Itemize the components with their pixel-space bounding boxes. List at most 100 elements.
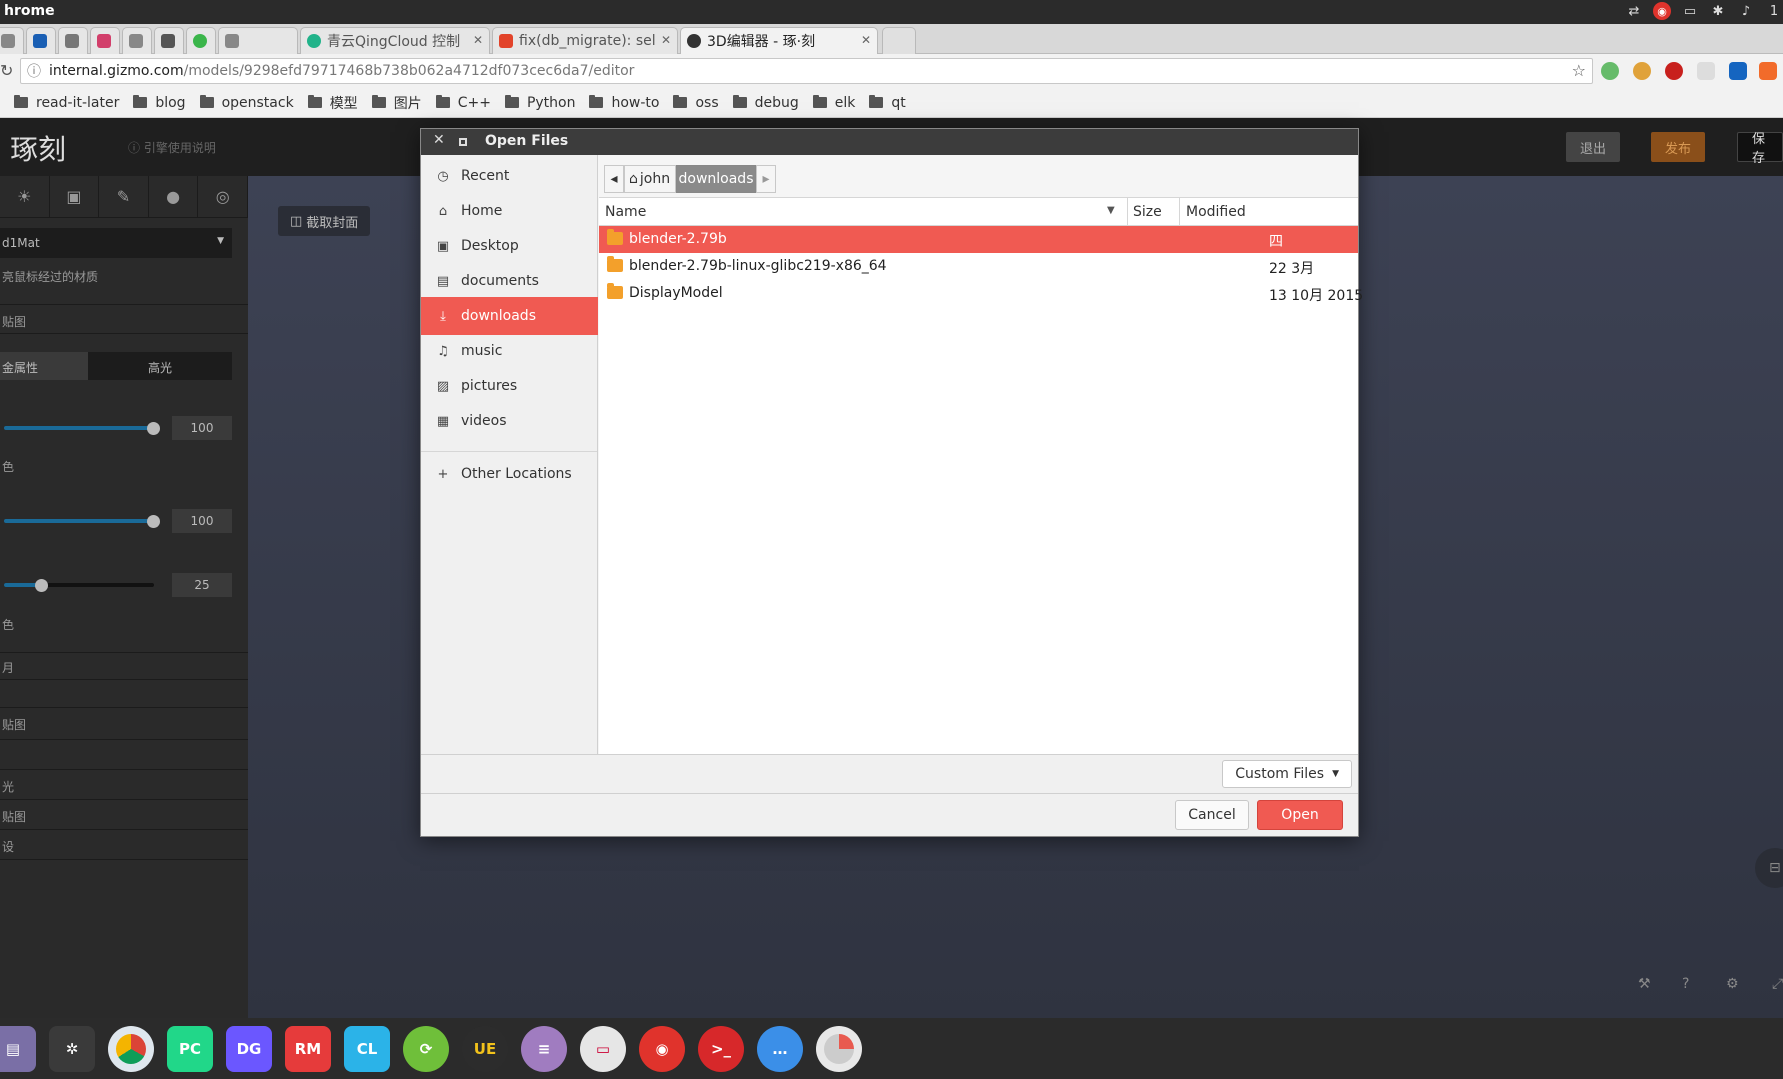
side-toggle-button[interactable]: ⊟ — [1755, 848, 1783, 888]
slider-handle[interactable] — [147, 422, 160, 435]
column-name[interactable]: Name — [605, 204, 646, 220]
file-row[interactable]: blender-2.79b 四 — [599, 226, 1358, 253]
volume-icon[interactable]: ♪ — [1737, 2, 1755, 20]
path-back-arrow-icon[interactable]: ◂ — [604, 165, 624, 193]
section-row[interactable] — [0, 680, 248, 708]
section-row[interactable]: 贴图 — [0, 708, 248, 740]
ultraedit-app-icon[interactable]: UE — [462, 1025, 508, 1072]
capture-cover-button[interactable]: ◫ 截取封面 — [278, 206, 371, 236]
netease-music-icon[interactable]: ◉ — [1653, 2, 1671, 20]
terminal-app-icon[interactable]: >_ — [698, 1025, 744, 1072]
file-row[interactable]: DisplayModel 13 10月 2015 — [599, 280, 1363, 307]
news-extension-icon[interactable] — [1729, 62, 1747, 80]
text-editor-app-icon[interactable]: ≡ — [521, 1025, 567, 1072]
browser-tab[interactable] — [90, 27, 120, 54]
bookmark-item[interactable]: C++ — [435, 95, 491, 111]
network-icon[interactable]: ⇄ — [1625, 2, 1643, 20]
light-icon[interactable]: ☀ — [0, 176, 50, 217]
bluetooth-icon[interactable]: ✱ — [1709, 2, 1727, 20]
place-downloads[interactable]: ⤓ downloads — [421, 297, 598, 335]
cancel-button[interactable]: Cancel — [1175, 800, 1249, 830]
path-segment-home[interactable]: ⌂ john — [624, 165, 676, 193]
path-forward-arrow-icon[interactable]: ▸ — [756, 165, 776, 193]
section-row[interactable]: 光 — [0, 770, 248, 800]
tab-close-icon[interactable]: ✕ — [661, 33, 671, 47]
magic-wand-icon[interactable]: ✎ — [99, 176, 149, 217]
pycharm-app-icon[interactable]: PC — [167, 1025, 213, 1072]
pie-app-icon[interactable] — [816, 1025, 862, 1072]
bookmark-item[interactable]: Python — [504, 95, 575, 111]
browser-tab-qingcloud[interactable]: 青云QingCloud 控制 ✕ — [300, 27, 490, 54]
settings-app-icon[interactable]: ✲ — [49, 1025, 95, 1072]
bookmark-item[interactable]: blog — [133, 95, 186, 111]
browser-tab[interactable] — [218, 27, 298, 54]
browser-tab[interactable] — [122, 27, 152, 54]
slider-handle[interactable] — [147, 515, 160, 528]
column-modified[interactable]: Modified — [1186, 204, 1246, 220]
new-tab-button[interactable] — [882, 27, 916, 54]
extension-icon[interactable] — [1697, 62, 1715, 80]
sort-down-icon[interactable]: ▼ — [1107, 205, 1115, 216]
slider-value[interactable]: 100 — [172, 416, 232, 440]
cookie-extension-icon[interactable] — [1633, 62, 1651, 80]
window-icon[interactable]: ▭ — [1681, 2, 1699, 20]
bookmark-item[interactable]: read-it-later — [14, 95, 119, 111]
location-pin-icon[interactable]: ● — [149, 176, 199, 217]
file-row[interactable]: blender-2.79b-linux-glibc219-x86_64 22 3… — [599, 253, 1358, 280]
bookmark-item[interactable]: oss — [673, 95, 719, 111]
browser-tab-editor[interactable]: 3D编辑器 - 琢·刻 ✕ — [680, 27, 878, 54]
section-row[interactable]: 月 — [0, 652, 248, 680]
place-other-locations[interactable]: + Other Locations — [421, 455, 598, 493]
rss-extension-icon[interactable] — [1759, 62, 1777, 80]
slider-handle[interactable] — [35, 579, 48, 592]
adblock-icon[interactable] — [1665, 62, 1683, 80]
tab-metal[interactable]: 金属性 — [0, 352, 88, 380]
tool-icon[interactable]: ⚒ — [1638, 976, 1651, 992]
datagrip-app-icon[interactable]: DG — [226, 1025, 272, 1072]
files-app-icon[interactable]: ▤ — [0, 1025, 36, 1072]
reload-icon[interactable]: ↻ — [0, 61, 13, 80]
sync-app-icon[interactable]: ⟳ — [403, 1025, 449, 1072]
bookmark-item[interactable]: 图片 — [371, 93, 422, 113]
chat-app-icon[interactable]: … — [757, 1025, 803, 1072]
open-button[interactable]: Open — [1257, 800, 1343, 830]
place-home[interactable]: ⌂ Home — [421, 192, 598, 230]
place-pictures[interactable]: ▨ pictures — [421, 367, 598, 405]
place-music[interactable]: ♫ music — [421, 332, 598, 370]
bookmark-item[interactable]: how-to — [589, 95, 659, 111]
settings-icon[interactable]: ⚙ — [1726, 976, 1739, 992]
bookmark-item[interactable]: 模型 — [307, 93, 358, 113]
section-row[interactable]: 贴图 — [0, 800, 248, 830]
tab-highlight[interactable]: 高光 — [88, 352, 232, 380]
address-bar[interactable]: ⓘ internal.gizmo.com /models/9298efd7971… — [20, 58, 1593, 84]
place-videos[interactable]: ▦ videos — [421, 402, 598, 440]
bookmark-item[interactable]: qt — [869, 95, 906, 111]
remote-desktop-app-icon[interactable]: ▭ — [580, 1025, 626, 1072]
fullscreen-icon[interactable]: ⤢ — [1772, 976, 1783, 992]
maximize-icon[interactable] — [459, 138, 467, 146]
image-icon[interactable]: ▣ — [50, 176, 100, 217]
clion-app-icon[interactable]: CL — [344, 1025, 390, 1072]
close-icon[interactable]: ✕ — [433, 132, 445, 148]
file-type-dropdown[interactable]: Custom Files ▼ — [1222, 760, 1352, 788]
tab-close-icon[interactable]: ✕ — [861, 33, 871, 47]
help-icon[interactable]: ? — [1682, 976, 1689, 992]
browser-tab[interactable] — [186, 27, 216, 54]
place-documents[interactable]: ▤ documents — [421, 262, 598, 300]
section-row[interactable]: 设 — [0, 830, 248, 860]
browser-tab[interactable] — [26, 27, 56, 54]
clock-label[interactable]: 1 — [1765, 2, 1783, 20]
palette-icon[interactable]: ◎ — [198, 176, 248, 217]
slider-value[interactable]: 25 — [172, 573, 232, 597]
chrome-app-icon[interactable] — [108, 1025, 154, 1072]
save-button[interactable]: 保存 — [1737, 132, 1783, 166]
info-icon[interactable]: ⓘ — [27, 61, 41, 81]
bookmark-item[interactable]: debug — [732, 95, 799, 111]
material-select[interactable]: d1Mat ▼ — [0, 228, 232, 258]
bookmark-star-icon[interactable]: ☆ — [1572, 61, 1586, 80]
place-recent[interactable]: ◷ Recent — [421, 157, 598, 195]
tab-close-icon[interactable]: ✕ — [473, 33, 483, 47]
section-row[interactable] — [0, 740, 248, 770]
browser-tab[interactable] — [58, 27, 88, 54]
quit-button[interactable]: 退出 — [1566, 132, 1621, 162]
